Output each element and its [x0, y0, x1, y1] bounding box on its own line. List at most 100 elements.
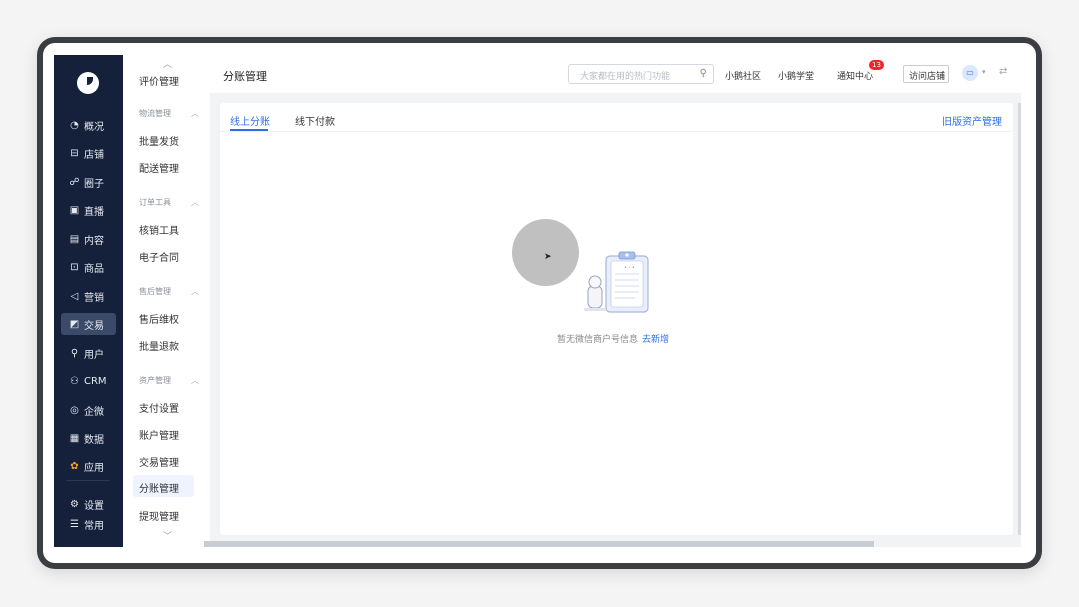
nav-item-goods[interactable]: ⊡ 商品: [61, 256, 116, 278]
app-logo[interactable]: [77, 72, 99, 94]
empty-text: 暂无微信商户号信息: [557, 335, 639, 345]
nav-label: 交易: [84, 320, 104, 332]
content-card: 线上分账 线下付款 旧版资产管理 • - • 暂无微信商户号信息 去新增: [220, 103, 1013, 535]
scroll-down-icon[interactable]: ﹀: [163, 529, 172, 542]
nav-label: 设置: [84, 500, 104, 512]
data-icon: ▦: [69, 432, 80, 444]
search-placeholder: 大家都在用的热门功能: [580, 72, 671, 82]
nav-label: 用户: [84, 349, 104, 361]
marketing-icon: ◁: [70, 290, 79, 302]
nav-label: 数据: [84, 434, 104, 446]
scroll-up-icon[interactable]: ︿: [163, 57, 172, 70]
nav-item-community[interactable]: ☍ 圈子: [61, 171, 116, 193]
app-window: ◔ 概况 ⊟ 店铺 ☍ 圈子 ▣ 直播 ▤ 内容 ⊡ 商品 ◁ 营销 ◩ 交易 …: [54, 55, 1021, 547]
nav-item-trade[interactable]: ◩ 交易: [61, 313, 116, 335]
tab-divider: [220, 131, 1013, 132]
submenu-group-logistics[interactable]: 物流管理 ︿: [139, 108, 199, 119]
screen-bezel: ◔ 概况 ⊟ 店铺 ☍ 圈子 ▣ 直播 ▤ 内容 ⊡ 商品 ◁ 营销 ◩ 交易 …: [43, 43, 1036, 563]
submenu-item[interactable]: 批量退款: [139, 338, 179, 353]
submenu-item-reviews[interactable]: 评价管理: [139, 73, 179, 88]
submenu-item[interactable]: 提现管理: [139, 508, 179, 523]
nav-item-crm[interactable]: ⚇ CRM: [61, 370, 116, 392]
empty-state-message: 暂无微信商户号信息 去新增: [557, 332, 669, 345]
nav-label: 企微: [84, 406, 104, 418]
swap-icon[interactable]: ⇄: [999, 66, 1007, 77]
submenu: ︿ 评价管理 物流管理 ︿ 批量发货 配送管理 订单工具 ︿ 核销工具 电子合同…: [123, 55, 210, 547]
tab-online-split[interactable]: 线上分账: [230, 113, 270, 128]
store-icon: ⊟: [70, 147, 79, 159]
visit-store-button[interactable]: 访问店铺: [903, 65, 949, 83]
notification-center-link[interactable]: 通知中心: [837, 69, 873, 82]
nav-item-content[interactable]: ▤ 内容: [61, 228, 116, 250]
search-icon[interactable]: ⚲: [700, 68, 707, 79]
taskbar-strip: [204, 541, 874, 547]
avatar[interactable]: ▭: [962, 65, 978, 81]
nav-label: 应用: [84, 462, 104, 474]
live-icon: ▣: [69, 204, 80, 216]
nav-item-wecom[interactable]: ◎ 企微: [61, 399, 116, 421]
nav-item-store[interactable]: ⊟ 店铺: [61, 142, 116, 164]
chevron-up-icon: ︿: [191, 287, 199, 296]
nav-label: 常用: [84, 520, 104, 532]
svg-text:• - •: • - •: [624, 265, 635, 271]
page-title: 分账管理: [223, 70, 267, 83]
group-title: 物流管理: [139, 109, 171, 118]
submenu-item-active[interactable]: 分账管理: [133, 475, 194, 497]
group-title: 订单工具: [139, 198, 171, 207]
device-frame: ◔ 概况 ⊟ 店铺 ☍ 圈子 ▣ 直播 ▤ 内容 ⊡ 商品 ◁ 营销 ◩ 交易 …: [37, 37, 1042, 569]
add-new-link[interactable]: 去新增: [642, 335, 669, 345]
content-icon: ▤: [69, 233, 80, 245]
academy-link[interactable]: 小鹅学堂: [778, 69, 814, 82]
submenu-item[interactable]: 售后维权: [139, 311, 179, 326]
crm-icon: ⚇: [70, 375, 79, 387]
nav-item-user[interactable]: ⚲ 用户: [61, 342, 116, 364]
nav-item-apps[interactable]: ✿ 应用: [61, 455, 116, 477]
chevron-up-icon: ︿: [191, 376, 199, 385]
submenu-item[interactable]: 交易管理: [139, 454, 179, 469]
trade-icon: ◩: [69, 318, 80, 330]
settings-icon: ⚙: [70, 498, 79, 510]
nav-label: 营销: [84, 292, 104, 304]
tab-offline-payment[interactable]: 线下付款: [295, 113, 335, 128]
submenu-item[interactable]: 核销工具: [139, 222, 179, 237]
notification-badge: 13: [869, 60, 884, 70]
chevron-up-icon: ︿: [191, 198, 199, 207]
nav-divider: [66, 480, 110, 481]
nav-item-overview[interactable]: ◔ 概况: [61, 114, 116, 136]
group-title: 资产管理: [139, 376, 171, 385]
search-input[interactable]: 大家都在用的热门功能 ⚲: [568, 64, 714, 84]
chevron-down-icon[interactable]: ▾: [982, 68, 986, 76]
nav-label: 店铺: [84, 149, 104, 161]
group-title: 售后管理: [139, 287, 171, 296]
old-asset-management-link[interactable]: 旧版资产管理: [942, 113, 1002, 128]
submenu-item[interactable]: 电子合同: [139, 249, 179, 264]
empty-clipboard-illustration: • - •: [584, 251, 649, 313]
nav-item-data[interactable]: ▦ 数据: [61, 427, 116, 449]
nav-label: 内容: [84, 235, 104, 247]
submenu-group-after-sales[interactable]: 售后管理 ︿: [139, 286, 199, 297]
nav-label: 概况: [84, 121, 104, 133]
user-icon: ⚲: [70, 347, 79, 359]
nav-label: 商品: [84, 263, 104, 275]
nav-label: CRM: [84, 375, 107, 387]
chevron-up-icon: ︿: [191, 109, 199, 118]
nav-label: 圈子: [84, 178, 104, 190]
nav-item-marketing[interactable]: ◁ 营销: [61, 285, 116, 307]
community-link[interactable]: 小鹅社区: [725, 69, 761, 82]
community-icon: ☍: [69, 176, 80, 188]
submenu-item[interactable]: 配送管理: [139, 160, 179, 175]
scrollbar[interactable]: [1018, 103, 1021, 535]
submenu-group-assets[interactable]: 资产管理 ︿: [139, 375, 199, 386]
submenu-item[interactable]: 批量发货: [139, 133, 179, 148]
nav-label: 直播: [84, 206, 104, 218]
nav-item-common[interactable]: ☰ 常用: [61, 513, 116, 535]
submenu-item[interactable]: 账户管理: [139, 427, 179, 442]
goods-icon: ⊡: [70, 261, 79, 273]
common-icon: ☰: [70, 518, 79, 530]
top-header: 分账管理 大家都在用的热门功能 ⚲ 小鹅社区 小鹅学堂 通知中心 13 访问店铺…: [210, 55, 1021, 93]
submenu-item[interactable]: 支付设置: [139, 400, 179, 415]
submenu-group-order-tools[interactable]: 订单工具 ︿: [139, 197, 199, 208]
nav-item-settings[interactable]: ⚙ 设置: [61, 493, 116, 515]
nav-item-live[interactable]: ▣ 直播: [61, 199, 116, 221]
chart-pie-icon: ◔: [70, 119, 79, 131]
